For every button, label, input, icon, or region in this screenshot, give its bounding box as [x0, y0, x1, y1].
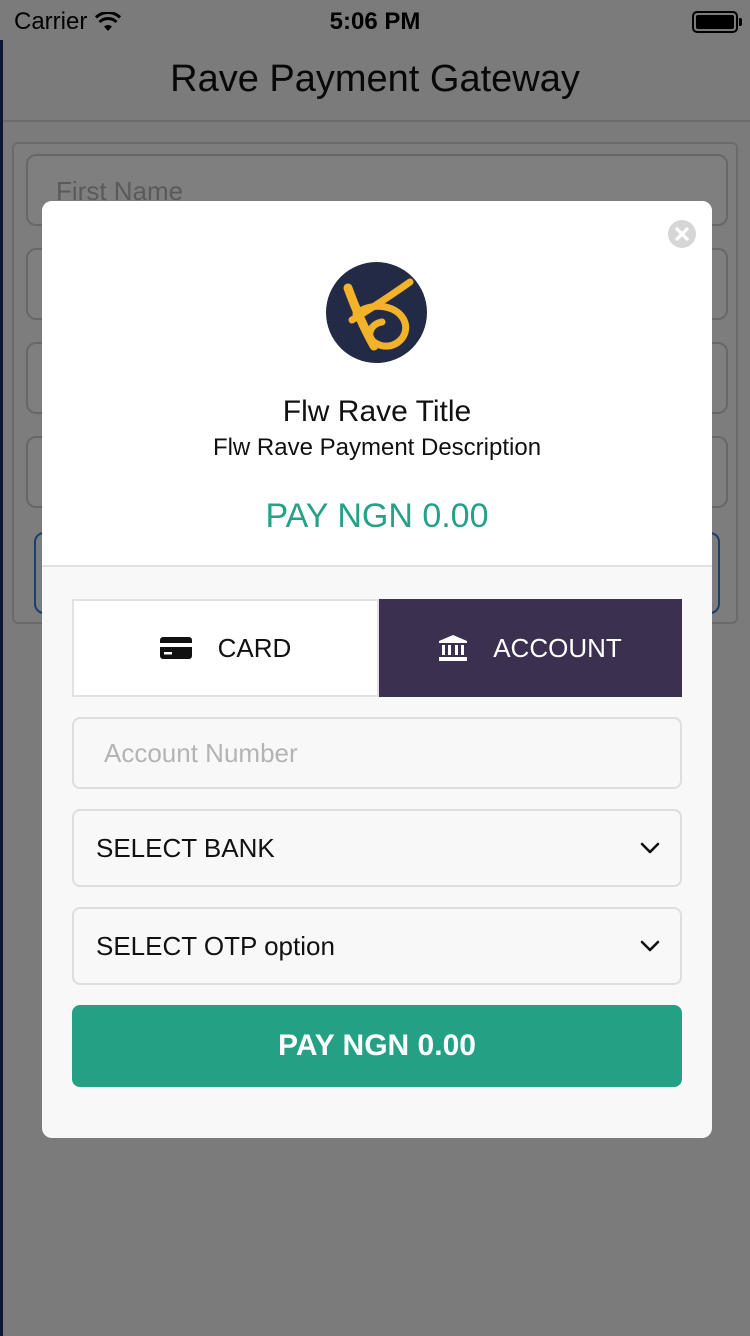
merchant-title: Flw Rave Title [282, 395, 472, 428]
bank-select-label: SELECT BANK [96, 832, 275, 863]
amount-label: PAY NGN 0.00 [265, 497, 489, 535]
otp-select-label: SELECT OTP option [96, 930, 335, 961]
tab-account-label: ACCOUNT [493, 632, 622, 663]
pay-button[interactable]: PAY NGN 0.00 [72, 1005, 682, 1087]
credit-card-icon [159, 637, 192, 659]
tab-account[interactable]: ACCOUNT [379, 599, 682, 697]
bank-icon [439, 635, 468, 661]
chevron-down-icon [640, 940, 660, 952]
tab-card-label: CARD [217, 632, 292, 663]
merchant-logo [326, 262, 427, 363]
account-number-input[interactable] [74, 719, 680, 787]
payment-description: Flw Rave Payment Description [212, 434, 542, 461]
payment-method-tabs: CARD ACCOUNT [72, 599, 682, 697]
bank-select[interactable]: SELECT BANK [72, 809, 682, 887]
otp-select[interactable]: SELECT OTP option [72, 907, 682, 985]
payment-modal: Flw Rave Title Flw Rave Payment Descript… [42, 201, 712, 1138]
tab-card[interactable]: CARD [72, 599, 379, 697]
close-icon [675, 227, 689, 241]
account-number-field [72, 717, 682, 789]
chevron-down-icon [640, 842, 660, 854]
modal-header: Flw Rave Title Flw Rave Payment Descript… [42, 201, 712, 567]
close-button[interactable] [668, 220, 696, 248]
